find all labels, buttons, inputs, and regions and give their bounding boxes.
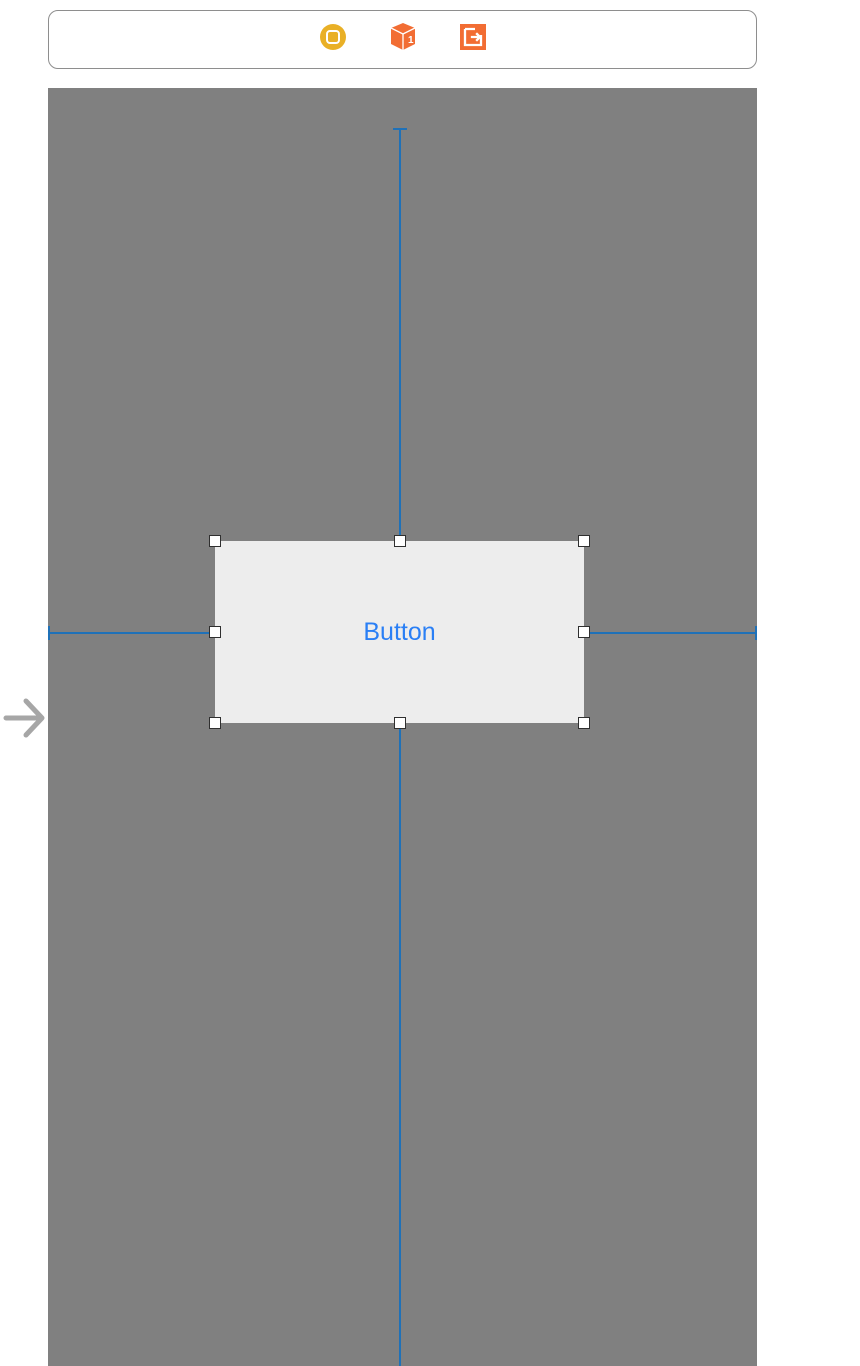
export-tool-button[interactable] xyxy=(459,26,487,54)
resize-handle-ne[interactable] xyxy=(578,535,590,547)
design-canvas[interactable]: Button xyxy=(48,88,757,1366)
alignment-guide-left xyxy=(48,632,215,634)
guide-cap xyxy=(48,626,50,640)
resize-handle-w[interactable] xyxy=(209,626,221,638)
guide-cap xyxy=(755,626,757,640)
toolbar: 1 xyxy=(48,10,757,69)
resize-handle-se[interactable] xyxy=(578,717,590,729)
selected-button-element[interactable]: Button xyxy=(215,541,584,723)
alignment-guide-top xyxy=(399,128,401,541)
resize-handle-e[interactable] xyxy=(578,626,590,638)
arrow-right-icon[interactable] xyxy=(2,693,46,748)
cube-tool-button[interactable]: 1 xyxy=(389,26,417,54)
cube-icon: 1 xyxy=(388,22,418,57)
alignment-guide-right xyxy=(584,632,757,634)
resize-handle-s[interactable] xyxy=(394,717,406,729)
resize-handle-n[interactable] xyxy=(394,535,406,547)
coin-icon xyxy=(319,23,347,56)
coin-tool-button[interactable] xyxy=(319,26,347,54)
export-icon xyxy=(460,24,486,55)
button-label: Button xyxy=(363,618,435,647)
guide-cap xyxy=(393,128,407,130)
cube-badge: 1 xyxy=(408,35,414,46)
alignment-guide-bottom xyxy=(399,723,401,1366)
resize-handle-sw[interactable] xyxy=(209,717,221,729)
resize-handle-nw[interactable] xyxy=(209,535,221,547)
